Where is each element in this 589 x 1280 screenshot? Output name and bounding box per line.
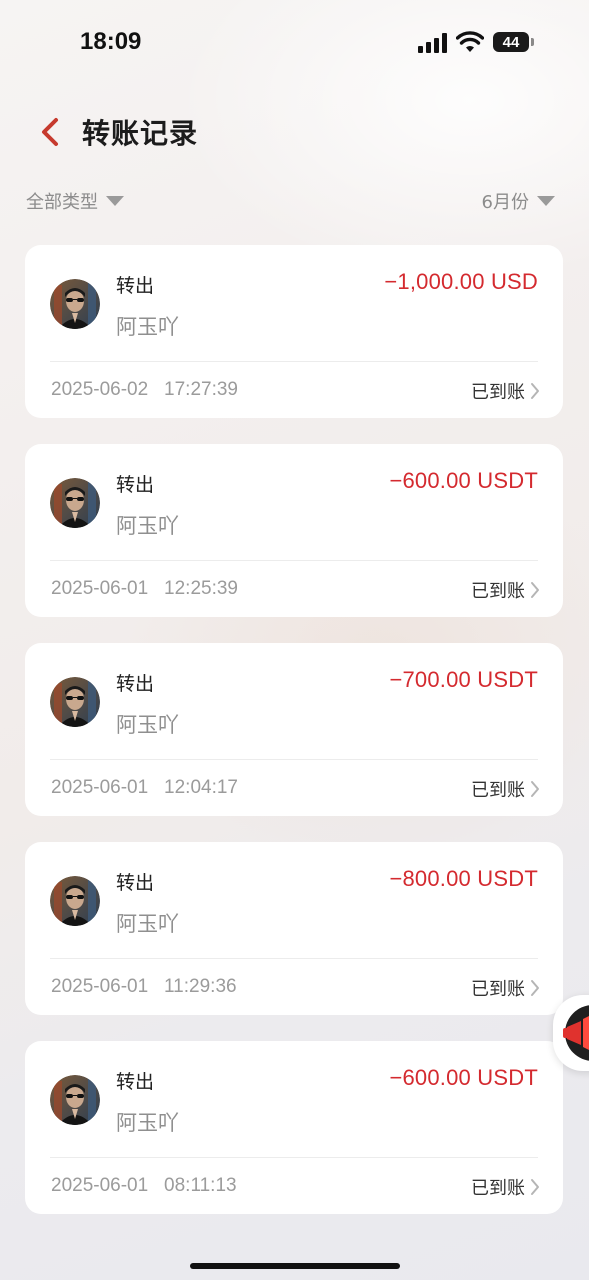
transaction-status[interactable]: 已到账 xyxy=(471,975,541,1001)
chevron-right-icon xyxy=(531,1179,539,1195)
status-label: 已到账 xyxy=(471,979,525,1000)
page-title: 转账记录 xyxy=(82,117,199,150)
transaction-amount: −600.00 USDT xyxy=(389,468,538,493)
status-label: 已到账 xyxy=(471,780,525,801)
transaction-time: 2025-06-01 12:04:17 xyxy=(51,777,238,798)
transaction-type: 转出 xyxy=(116,872,155,894)
recipient-name: 阿玉吖 xyxy=(116,912,179,936)
transaction-type: 转出 xyxy=(116,474,155,496)
divider xyxy=(50,759,538,760)
transaction-type: 转出 xyxy=(116,673,155,695)
type-filter-dropdown[interactable]: 全部类型 xyxy=(26,188,124,214)
status-label: 已到账 xyxy=(471,581,525,602)
transaction-time: 2025-06-01 08:11:13 xyxy=(51,1175,237,1196)
month-filter-dropdown[interactable]: 6月份 xyxy=(482,188,555,214)
transaction-card[interactable]: 转出 阿玉吖 −600.00 USDT 2025-06-01 08:11:13 … xyxy=(25,1041,563,1214)
triangle-down-icon xyxy=(537,196,555,206)
avatar xyxy=(50,1075,100,1125)
transaction-amount: −800.00 USDT xyxy=(389,866,538,891)
transaction-card[interactable]: 转出 阿玉吖 −700.00 USDT 2025-06-01 12:04:17 … xyxy=(25,643,563,816)
avatar xyxy=(50,876,100,926)
transaction-type: 转出 xyxy=(116,275,155,297)
transaction-time: 2025-06-01 11:29:36 xyxy=(51,976,237,997)
divider xyxy=(50,560,538,561)
type-filter-label: 全部类型 xyxy=(26,192,98,213)
recipient-name: 阿玉吖 xyxy=(116,713,179,737)
battery-level: 44 xyxy=(502,33,520,51)
home-indicator xyxy=(190,1263,400,1269)
chevron-right-icon xyxy=(531,980,539,996)
chevron-right-icon xyxy=(531,383,539,399)
recipient-name: 阿玉吖 xyxy=(116,514,179,538)
avatar xyxy=(50,279,100,329)
transaction-status[interactable]: 已到账 xyxy=(471,378,541,404)
transaction-type: 转出 xyxy=(116,1071,155,1093)
avatar xyxy=(50,677,100,727)
transaction-time: 2025-06-02 17:27:39 xyxy=(51,379,238,400)
transaction-amount: −1,000.00 USD xyxy=(384,269,538,294)
chevron-right-icon xyxy=(531,582,539,598)
chevron-right-icon xyxy=(531,781,539,797)
transaction-status[interactable]: 已到账 xyxy=(471,577,541,603)
status-label: 已到账 xyxy=(471,382,525,403)
transaction-card[interactable]: 转出 阿玉吖 −1,000.00 USD 2025-06-02 17:27:39… xyxy=(25,245,563,418)
wifi-icon xyxy=(456,31,484,52)
transaction-card[interactable]: 转出 阿玉吖 −800.00 USDT 2025-06-01 11:29:36 … xyxy=(25,842,563,1015)
status-label: 已到账 xyxy=(471,1178,525,1199)
transaction-time: 2025-06-01 12:25:39 xyxy=(51,578,238,599)
triangle-down-icon xyxy=(106,196,124,206)
recipient-name: 阿玉吖 xyxy=(116,315,179,339)
back-button[interactable] xyxy=(34,112,70,152)
recipient-name: 阿玉吖 xyxy=(116,1111,179,1135)
transaction-card[interactable]: 转出 阿玉吖 −600.00 USDT 2025-06-01 12:25:39 … xyxy=(25,444,563,617)
transaction-amount: −600.00 USDT xyxy=(389,1065,538,1090)
battery-icon: 44 xyxy=(493,32,534,52)
transaction-amount: −700.00 USDT xyxy=(389,667,538,692)
divider xyxy=(50,1157,538,1158)
status-time: 18:09 xyxy=(80,28,142,55)
transaction-status[interactable]: 已到账 xyxy=(471,1174,541,1200)
avatar xyxy=(50,478,100,528)
month-filter-label: 6月份 xyxy=(481,192,529,213)
status-bar: 18:09 44 xyxy=(0,0,589,88)
cellular-signal-icon xyxy=(418,33,447,53)
transaction-status[interactable]: 已到账 xyxy=(471,776,541,802)
divider xyxy=(50,958,538,959)
divider xyxy=(50,361,538,362)
